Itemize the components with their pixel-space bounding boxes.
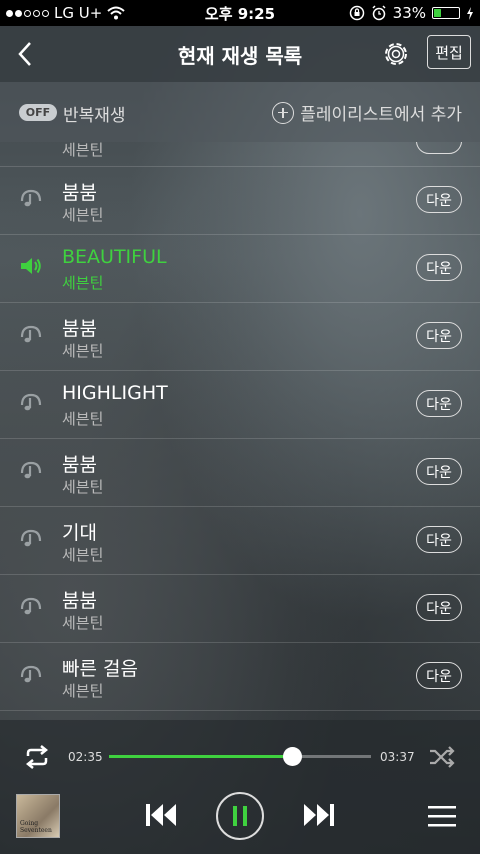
track-artist: 세븐틴 <box>62 410 104 428</box>
track-artist: 세븐틴 <box>62 274 104 292</box>
download-button[interactable]: 다운 <box>416 322 462 349</box>
player-bar: 02:35 03:37 Going Seventeen <box>0 720 480 854</box>
repeat-icon[interactable] <box>22 744 52 770</box>
track-title: 빠른 걸음 <box>62 658 138 680</box>
pause-button[interactable] <box>216 792 264 840</box>
list-item[interactable]: 빠른 걸음세븐틴 다운 <box>0 642 480 711</box>
previous-track-icon[interactable] <box>144 800 178 830</box>
track-title: 붐붐 <box>62 182 97 204</box>
track-artist: 세븐틴 <box>62 682 104 700</box>
music-note-icon <box>19 390 43 414</box>
download-button[interactable]: 다운 <box>416 526 462 553</box>
track-artist: 세븐틴 <box>62 478 104 496</box>
track-title: HIGHLIGHT <box>62 382 168 404</box>
download-button[interactable]: 다운 <box>416 594 462 621</box>
list-item-partial[interactable]: 세븐틴 <box>0 142 480 167</box>
navigation-bar: 현재 재생 목록 편집 <box>0 26 480 82</box>
add-from-playlist-label: 플레이리스트에서 추가 <box>300 105 462 125</box>
list-item[interactable]: 붐붐세븐틴 다운 <box>0 302 480 371</box>
album-caption: Going Seventeen <box>20 820 52 834</box>
track-title: BEAUTIFUL <box>62 246 167 268</box>
app: LG U+ 오후 9:25 33% 현재 재생 목록 편집 OFF 반복재생 플… <box>0 0 480 854</box>
repeat-label: 반복재생 <box>63 106 126 126</box>
track-artist: 세븐틴 <box>62 546 104 564</box>
download-button[interactable]: 다운 <box>416 458 462 485</box>
menu-icon[interactable] <box>428 804 456 828</box>
repeat-toggle[interactable]: OFF <box>19 104 57 121</box>
list-item[interactable]: BEAUTIFUL 세븐틴 다운 <box>0 234 480 303</box>
music-note-icon <box>19 662 43 686</box>
progress-knob[interactable] <box>283 747 303 766</box>
battery-percent: 33% <box>392 4 426 22</box>
download-button[interactable] <box>416 142 462 154</box>
status-right: 33% <box>349 4 474 22</box>
list-item[interactable]: 붐붐세븐틴 다운 <box>0 574 480 643</box>
download-button[interactable]: 다운 <box>416 390 462 417</box>
download-button[interactable]: 다운 <box>416 186 462 213</box>
music-note-icon <box>19 594 43 618</box>
music-note-icon <box>19 526 43 550</box>
album-art[interactable]: Going Seventeen <box>16 794 60 838</box>
track-title: 붐붐 <box>62 590 97 612</box>
next-track-icon[interactable] <box>302 800 336 830</box>
track-artist: 세븐틴 <box>62 206 104 224</box>
playlist: 세븐틴 붐붐 세븐틴 다운 BEAUTIFUL 세븐틴 다운 붐붐 세븐틴 다운 HIGHLIGH… <box>0 142 480 720</box>
current-time: 02:35 <box>68 750 103 764</box>
progress-fill <box>109 755 293 758</box>
list-item[interactable]: HIGHLIGHT 세븐틴 다운 <box>0 370 480 439</box>
download-button[interactable]: 다운 <box>416 254 462 281</box>
add-from-playlist-button[interactable]: 플레이리스트에서 추가 <box>272 100 462 125</box>
progress-slider[interactable] <box>109 747 371 766</box>
options-bar: OFF 반복재생 플레이리스트에서 추가 <box>0 82 480 142</box>
track-title: 기대 <box>62 522 97 544</box>
gear-icon[interactable] <box>380 38 412 70</box>
track-title: 붐붐 <box>62 318 97 340</box>
music-note-icon <box>19 186 43 210</box>
rotation-lock-icon <box>349 5 364 21</box>
list-item[interactable]: 기대세븐틴 다운 <box>0 506 480 575</box>
pause-icon <box>233 806 247 826</box>
music-note-icon <box>19 322 43 346</box>
track-title: 붐붐 <box>62 454 97 476</box>
battery-icon <box>432 7 460 19</box>
track-artist: 세븐틴 <box>62 142 104 159</box>
alarm-icon <box>372 5 386 21</box>
shuffle-icon[interactable] <box>427 744 457 770</box>
list-item[interactable]: 붐붐세븐틴 다운 <box>0 438 480 507</box>
status-bar: LG U+ 오후 9:25 33% <box>0 0 480 26</box>
charging-icon <box>467 6 473 20</box>
plus-circle-icon <box>272 101 295 124</box>
total-time: 03:37 <box>380 750 415 764</box>
track-artist: 세븐틴 <box>62 614 104 632</box>
edit-button[interactable]: 편집 <box>427 35 471 69</box>
now-playing-speaker-icon <box>19 254 43 278</box>
list-item[interactable]: 붐붐세븐틴 다운 <box>0 166 480 235</box>
download-button[interactable]: 다운 <box>416 662 462 689</box>
track-artist: 세븐틴 <box>62 342 104 360</box>
music-note-icon <box>19 458 43 482</box>
